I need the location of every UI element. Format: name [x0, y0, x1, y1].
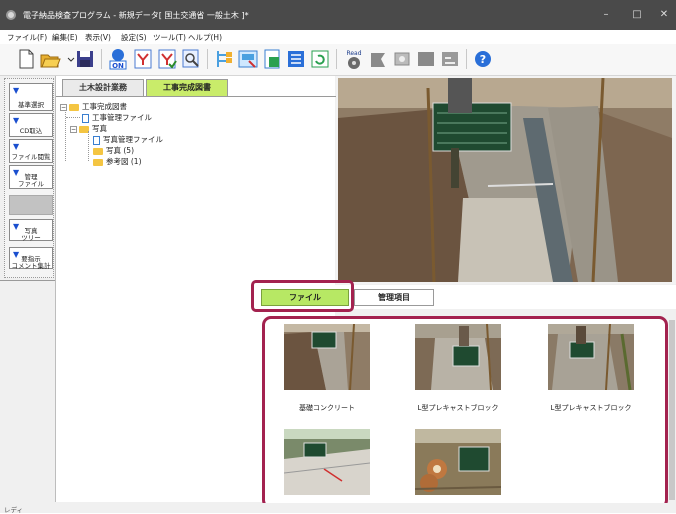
tree-node-photo-folder[interactable]: 写真 (5): [93, 145, 134, 155]
thumbnail-2[interactable]: [415, 324, 501, 390]
thumbnail-scrollbar[interactable]: [668, 316, 676, 509]
document-icon[interactable]: [261, 47, 283, 71]
left-tool-panel: ▼ 基準選択 ▼ CD取込 ▼ ファイル閲覧 ▼ 管理 ファイル ▼ 写真 ツリ…: [4, 78, 54, 278]
photo-preview-panel: [336, 76, 676, 284]
folder-icon: [93, 147, 103, 155]
toolbar-separator: [101, 49, 102, 69]
folder-icon: [93, 158, 103, 166]
svg-text:ON: ON: [112, 62, 124, 70]
read-icon[interactable]: Read: [343, 47, 365, 71]
ye-check-icon[interactable]: [156, 47, 178, 71]
window-title: 電子納品検査プログラム - 新規データ[ 国土交通省 一般土木 ]*: [23, 11, 249, 20]
refresh-icon[interactable]: [309, 47, 331, 71]
menu-file[interactable]: ファイル(F): [7, 32, 47, 43]
title-bar: 電子納品検査プログラム - 新規データ[ 国土交通省 一般土木 ]* – □ ✕: [0, 0, 676, 30]
tree-node-mgmt-file[interactable]: 工事管理ファイル: [82, 112, 152, 123]
app-icon: [6, 10, 16, 20]
photo-tree-button[interactable]: ▼ 写真 ツリー: [9, 219, 53, 242]
standard-select-label: 基準選択: [18, 101, 44, 109]
chart-icon[interactable]: [439, 47, 461, 71]
tree-node-root[interactable]: − 工事完成図書: [60, 101, 127, 111]
tree-connector: [66, 117, 80, 118]
dropdown-arrow-icon: ▼: [13, 116, 20, 125]
comment-summary-button[interactable]: ▼ 要指示 コメント集計: [9, 247, 53, 270]
cd-import-label: CD取込: [19, 127, 43, 135]
app-window: 電子納品検査プログラム - 新規データ[ 国土交通省 一般土木 ]* – □ ✕…: [0, 0, 676, 514]
help-icon[interactable]: ?: [472, 47, 494, 71]
folder-icon: [69, 103, 79, 111]
toolbar-separator: [207, 49, 208, 69]
chevron-down-icon[interactable]: [60, 47, 75, 71]
management-file-label: 管理 ファイル: [18, 173, 44, 188]
collapse-icon[interactable]: −: [70, 125, 77, 133]
tree-node-photo-mgmt-file[interactable]: 写真管理ファイル: [93, 134, 163, 145]
thumbnail-grid: 基礎コンクリート L型プレキャストブロック L型プレキャストブロック: [262, 316, 668, 509]
thumbnail-5[interactable]: [415, 429, 501, 495]
toolbar: ON Read ?: [0, 44, 676, 76]
image-edit-icon[interactable]: [237, 47, 259, 71]
svg-text:Read: Read: [346, 50, 361, 57]
file-icon: [82, 113, 89, 123]
management-file-button[interactable]: ▼ 管理 ファイル: [9, 165, 53, 189]
tree-node-label: 写真 (5): [106, 146, 135, 155]
toolbar-separator: [466, 49, 467, 69]
thumbnail-caption: L型プレキャストブロック: [417, 404, 499, 412]
photo-preview-image[interactable]: [338, 78, 672, 282]
dropdown-arrow-icon: ▼: [13, 86, 20, 95]
divider: [0, 280, 55, 281]
card-icon[interactable]: [415, 47, 437, 71]
disk-icon[interactable]: [391, 47, 413, 71]
cd-import-button[interactable]: ▼ CD取込: [9, 113, 53, 137]
status-bar: レディ: [0, 503, 676, 514]
menu-help[interactable]: ヘルプ(H): [188, 32, 222, 43]
scrollbar-thumb[interactable]: [669, 320, 675, 500]
standard-select-button[interactable]: ▼ 基準選択: [9, 83, 53, 111]
disabled-button: [9, 195, 53, 215]
save-icon[interactable]: [74, 47, 96, 71]
photo-tree-label: 写真 ツリー: [21, 227, 41, 242]
on-icon[interactable]: ON: [107, 47, 129, 71]
thumbnail-caption: L型プレキャストブロック: [550, 404, 632, 412]
new-file-icon[interactable]: [15, 47, 37, 71]
open-folder-icon[interactable]: [39, 47, 61, 71]
svg-text:?: ?: [480, 53, 486, 66]
tab-civil-design[interactable]: 土木設計業務: [62, 79, 144, 96]
tab-completion-docs[interactable]: 工事完成図書: [146, 79, 228, 96]
menu-settings[interactable]: 設定(S): [121, 32, 147, 43]
file-browse-button[interactable]: ▼ ファイル閲覧: [9, 139, 53, 163]
menu-bar: ファイル(F) 編集(E) 表示(V) 設定(S) ツール(T) ヘルプ(H): [0, 30, 676, 44]
toolbar-separator: [336, 49, 337, 69]
tab-management-items[interactable]: 管理項目: [354, 289, 434, 306]
ye-icon[interactable]: [132, 47, 154, 71]
maximize-button[interactable]: □: [626, 6, 648, 24]
tree-node-label: 写真管理ファイル: [103, 135, 163, 144]
thumbnail-1[interactable]: [284, 324, 370, 390]
thumbnail-caption: 基礎コンクリート: [299, 404, 355, 412]
menu-edit[interactable]: 編集(E): [52, 32, 78, 43]
tree-node-label: 参考図 (1): [106, 157, 142, 166]
tree-node-reference[interactable]: 参考図 (1): [93, 156, 142, 166]
search-icon[interactable]: [180, 47, 202, 71]
comment-summary-label: 要指示 コメント集計: [11, 255, 51, 270]
tree-icon[interactable]: [213, 47, 235, 71]
tree-node-label: 工事完成図書: [82, 102, 127, 111]
thumbnail-3[interactable]: [548, 324, 634, 390]
tree-connector: [88, 131, 89, 161]
file-icon: [93, 135, 100, 145]
thumbnail-4[interactable]: [284, 429, 370, 495]
file-browse-label: ファイル閲覧: [11, 153, 51, 161]
highlight-file-tab: [251, 280, 354, 312]
stamp-icon[interactable]: [367, 47, 389, 71]
menu-view[interactable]: 表示(V): [85, 32, 111, 43]
tree-connector: [65, 107, 66, 161]
collapse-icon[interactable]: −: [60, 103, 67, 111]
menu-tools[interactable]: ツール(T): [153, 32, 186, 43]
dropdown-arrow-icon: ▼: [13, 142, 20, 151]
minimize-button[interactable]: –: [595, 6, 617, 24]
tree-node-label: 写真: [92, 124, 107, 133]
list-icon[interactable]: [285, 47, 307, 71]
tree-node-label: 工事管理ファイル: [92, 113, 152, 122]
close-button[interactable]: ✕: [653, 6, 675, 24]
